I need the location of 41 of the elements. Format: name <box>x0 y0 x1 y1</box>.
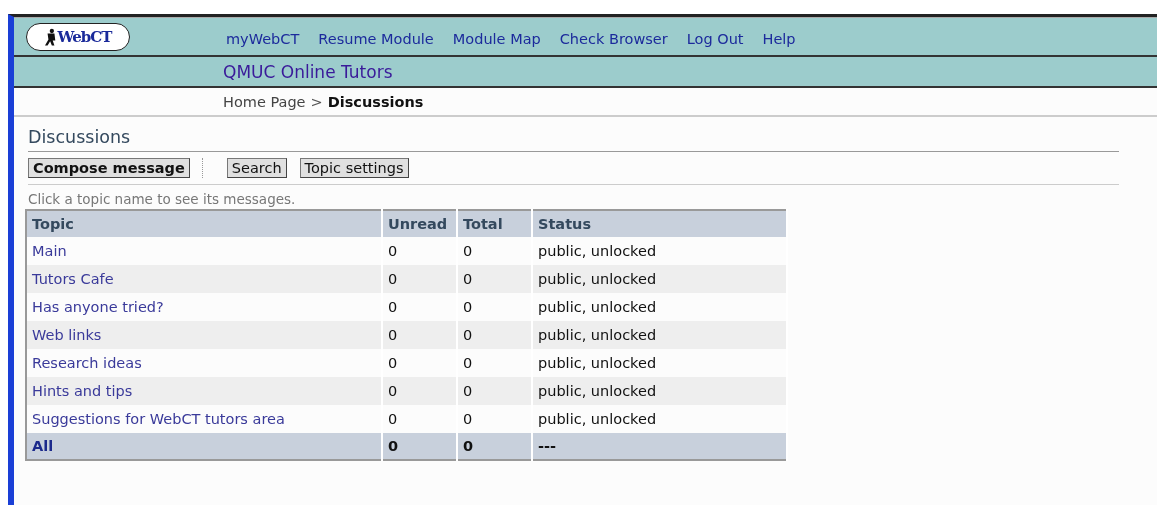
breadcrumb-current: Discussions <box>327 93 424 110</box>
course-title: QMUC Online Tutors <box>223 61 393 82</box>
table-cell: public, unlocked <box>532 321 787 349</box>
nav-link[interactable]: Help <box>762 30 796 47</box>
hint-text: Click a topic name to see its messages. <box>28 190 297 209</box>
table-cell: 0 <box>382 265 457 293</box>
nav-link[interactable]: Log Out <box>686 30 744 47</box>
nav-link[interactable]: Check Browser <box>559 30 668 47</box>
column-header: Total <box>457 210 532 237</box>
toolbar-button[interactable]: Search <box>226 158 287 178</box>
topic-link[interactable]: Has anyone tried? <box>32 299 164 315</box>
topic-link[interactable]: Tutors Cafe <box>32 271 114 287</box>
toolbar-button[interactable]: Compose message <box>28 158 190 178</box>
table-cell: public, unlocked <box>532 265 787 293</box>
topic-link[interactable]: All <box>32 438 54 454</box>
table-cell: 0 <box>457 377 532 405</box>
topic-link[interactable]: Suggestions for WebCT tutors area <box>32 411 285 427</box>
column-header: Topic <box>26 210 382 237</box>
topic-link[interactable]: Research ideas <box>32 355 142 371</box>
column-header: Unread <box>382 210 457 237</box>
table-cell: public, unlocked <box>532 377 787 405</box>
table-cell: 0 <box>457 433 532 460</box>
table-cell: 0 <box>457 265 532 293</box>
nav-link[interactable]: Module Map <box>452 30 541 47</box>
breadcrumb-separator: > <box>310 93 323 110</box>
figure-icon <box>44 27 57 46</box>
topic-link[interactable]: Hints and tips <box>32 383 133 399</box>
topic-link[interactable]: Web links <box>32 327 102 343</box>
breadcrumb-link[interactable]: Home Page <box>223 93 306 110</box>
nav-link[interactable]: Resume Module <box>318 30 434 47</box>
table-cell: --- <box>532 433 787 460</box>
table-cell: 0 <box>382 377 457 405</box>
logo[interactable]: WebCT <box>26 22 130 51</box>
topic-link[interactable]: Main <box>32 243 67 259</box>
nav-link[interactable]: myWebCT <box>226 30 300 47</box>
toolbar-button[interactable]: Topic settings <box>299 158 409 178</box>
column-header: Status <box>532 210 787 237</box>
page-title: Discussions <box>28 127 1119 152</box>
table-cell: 0 <box>382 433 457 460</box>
table-cell: 0 <box>457 321 532 349</box>
table-cell: 0 <box>382 321 457 349</box>
